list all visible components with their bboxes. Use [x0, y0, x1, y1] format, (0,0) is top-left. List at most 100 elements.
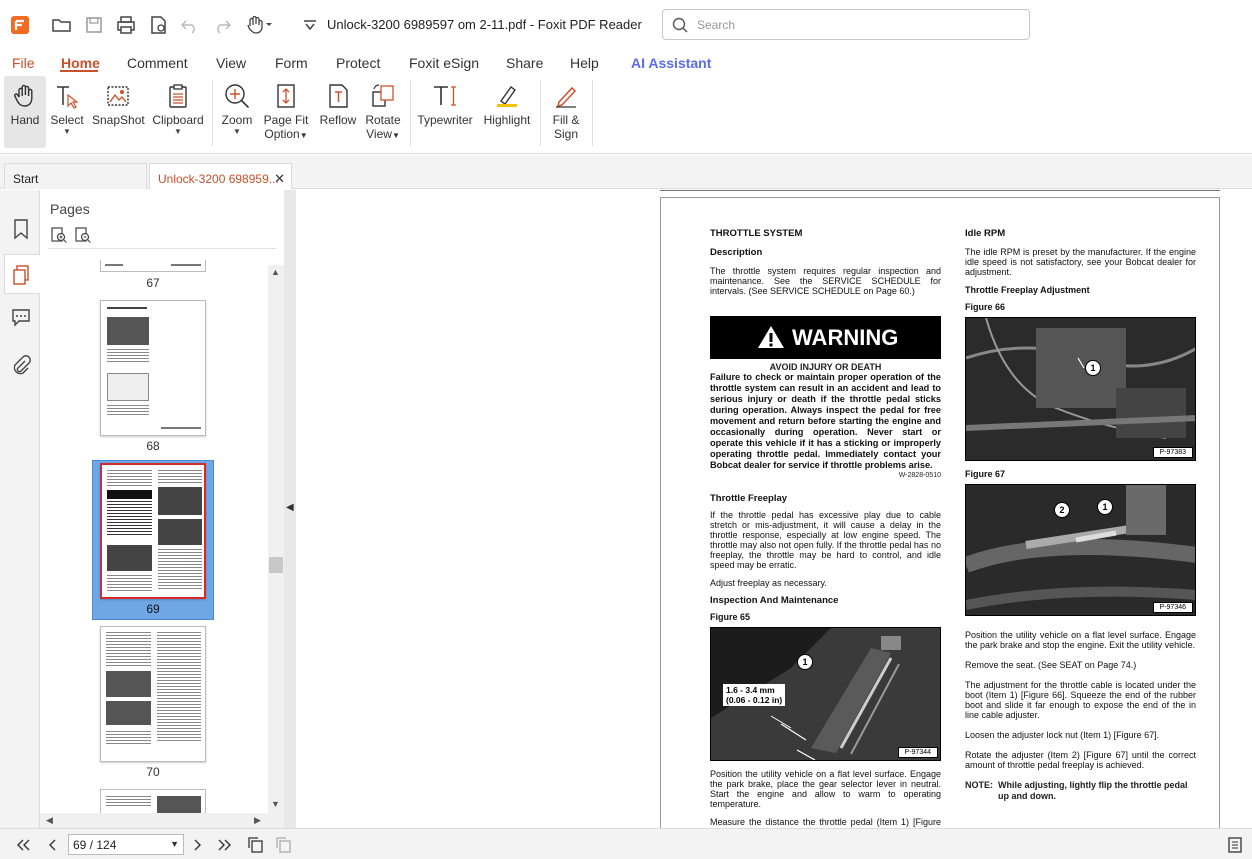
status-bar: 69 / 124 ▼ — [0, 828, 1252, 859]
menu-comment[interactable]: Comment — [127, 55, 188, 71]
thumbnail-vertical-scrollbar[interactable]: ▲ ▼ — [268, 265, 284, 813]
scroll-down-icon[interactable]: ▼ — [271, 799, 280, 809]
clipboard-button[interactable]: Clipboard ▼ — [150, 76, 206, 148]
reduce-thumbnails-icon[interactable] — [74, 226, 92, 244]
document-view[interactable]: THROTTLE SYSTEM Description The throttle… — [296, 190, 1252, 837]
page-thumbnail[interactable] — [100, 626, 206, 762]
note-text: While adjusting, lightly flip the thrott… — [998, 780, 1188, 801]
attachment-icon[interactable] — [10, 354, 32, 376]
menu-bar: File Home Comment View Form Protect Foxi… — [0, 50, 1252, 76]
subsection-title: Inspection And Maintenance — [710, 595, 839, 606]
note-label: NOTE: — [965, 780, 993, 790]
chevron-down-icon[interactable]: ▼ — [170, 839, 179, 849]
warning-subtitle: AVOID INJURY OR DEATH — [769, 362, 882, 372]
hand-label: Hand — [10, 113, 40, 127]
page-fit-option-button[interactable]: Page Fit Option▼ — [262, 76, 310, 148]
warning-text: Failure to check or maintain proper oper… — [710, 372, 941, 470]
sign-label: Sign — [553, 127, 579, 141]
page-number-field[interactable]: 69 / 124 ▼ — [68, 834, 184, 855]
panel-title: Pages — [50, 201, 90, 217]
snapshot-icon — [104, 82, 132, 110]
page-thumbnail-current[interactable] — [100, 463, 206, 599]
collapse-panel-icon[interactable]: ◀ — [286, 502, 294, 513]
hand-tool-dropdown-icon[interactable] — [244, 13, 276, 37]
snapshot-button[interactable]: SnapShot — [92, 76, 145, 148]
page-thumbnail[interactable] — [100, 789, 206, 813]
fill-label: Fill & — [552, 113, 580, 127]
document-properties-icon[interactable] — [146, 13, 170, 37]
search-input[interactable]: Search — [662, 9, 1030, 40]
menu-file[interactable]: File — [12, 55, 35, 71]
last-page-icon[interactable] — [216, 836, 234, 854]
reflow-label: Reflow — [319, 113, 357, 127]
page-thumbnail[interactable] — [100, 260, 206, 272]
callout-1: 1 — [797, 654, 813, 670]
previous-page-icon[interactable] — [44, 836, 62, 854]
search-placeholder: Search — [697, 18, 736, 32]
fill-and-sign-button[interactable]: Fill & Sign — [546, 76, 586, 148]
panel-splitter[interactable]: ◀ — [284, 190, 296, 828]
next-view-icon[interactable] — [274, 836, 292, 854]
menu-form[interactable]: Form — [275, 55, 308, 71]
scrollbar-thumb[interactable] — [269, 557, 283, 573]
warning-code: W-2828-0510 — [898, 472, 941, 479]
left-column: THROTTLE SYSTEM Description The throttle… — [710, 228, 941, 837]
paragraph: If the throttle pedal has excessive play… — [710, 510, 941, 570]
chevron-down-icon: ▼ — [63, 127, 71, 136]
typewriter-button[interactable]: Typewriter — [416, 76, 474, 148]
next-page-icon[interactable] — [188, 836, 206, 854]
save-icon[interactable] — [82, 13, 106, 37]
ribbon-divider — [410, 80, 411, 146]
pages-panel-tab[interactable] — [4, 254, 40, 294]
figure-65-photo: 1 1.6 - 3.4 mm (0.06 - 0.12 in) P-97344 — [710, 627, 941, 761]
fill-sign-pen-icon — [552, 82, 580, 110]
tab-start[interactable]: Start — [4, 163, 147, 189]
rotate-view-button[interactable]: Rotate View▼ — [362, 76, 404, 148]
scroll-right-icon[interactable]: ▶ — [254, 815, 261, 826]
rotate-icon — [369, 82, 397, 110]
zoom-icon — [223, 82, 251, 110]
section-title: THROTTLE SYSTEM — [710, 228, 803, 239]
close-tab-icon[interactable]: ✕ — [274, 171, 285, 187]
menu-ai-assistant[interactable]: AI Assistant — [631, 55, 711, 71]
hand-button[interactable]: Hand — [4, 76, 46, 148]
bookmark-icon[interactable] — [10, 218, 32, 240]
chevron-down-icon: ▼ — [233, 127, 241, 136]
tab-document[interactable]: Unlock-3200 698959... ✕ — [149, 163, 292, 189]
print-icon[interactable] — [114, 13, 138, 37]
scroll-up-icon[interactable]: ▲ — [271, 267, 280, 277]
zoom-button[interactable]: Zoom ▼ — [220, 76, 254, 148]
open-folder-icon[interactable] — [50, 13, 74, 37]
menu-protect[interactable]: Protect — [336, 55, 380, 71]
thumbnail-horizontal-scrollbar[interactable]: ◀ ▶ — [40, 813, 284, 828]
undo-icon[interactable] — [178, 13, 202, 37]
menu-help[interactable]: Help — [570, 55, 599, 71]
menu-home[interactable]: Home — [61, 55, 100, 71]
ribbon-toolbar: Hand Select ▼ SnapShot Clipboard ▼ Zoom … — [0, 76, 1252, 154]
customize-quick-access-icon[interactable] — [298, 13, 322, 37]
reflow-button[interactable]: Reflow — [318, 76, 358, 148]
page-number: 68 — [146, 439, 160, 453]
select-button[interactable]: Select ▼ — [50, 76, 84, 148]
page-layout-icon[interactable] — [1226, 836, 1244, 854]
menu-foxit-esign[interactable]: Foxit eSign — [409, 55, 479, 71]
page-thumbnail[interactable] — [100, 300, 206, 436]
menu-view[interactable]: View — [216, 55, 246, 71]
navigation-rail — [0, 190, 40, 828]
snapshot-label: SnapShot — [92, 113, 145, 127]
first-page-icon[interactable] — [14, 836, 32, 854]
paragraph: Position the utility vehicle on a flat l… — [710, 769, 941, 809]
scroll-left-icon[interactable]: ◀ — [46, 815, 53, 826]
highlight-button[interactable]: Highlight — [480, 76, 534, 148]
select-label: Select — [50, 113, 84, 127]
paragraph: The idle RPM is preset by the manufactur… — [965, 247, 1196, 277]
warning-banner: WARNING — [710, 316, 941, 359]
search-icon — [672, 17, 688, 33]
menu-share[interactable]: Share — [506, 55, 543, 71]
comments-icon[interactable] — [10, 306, 32, 328]
title-bar: Unlock-3200 6989597 om 2-11.pdf - Foxit … — [0, 0, 1252, 50]
previous-view-icon[interactable] — [246, 836, 264, 854]
hand-icon — [11, 82, 39, 110]
enlarge-thumbnails-icon[interactable] — [50, 226, 68, 244]
redo-icon[interactable] — [210, 13, 234, 37]
